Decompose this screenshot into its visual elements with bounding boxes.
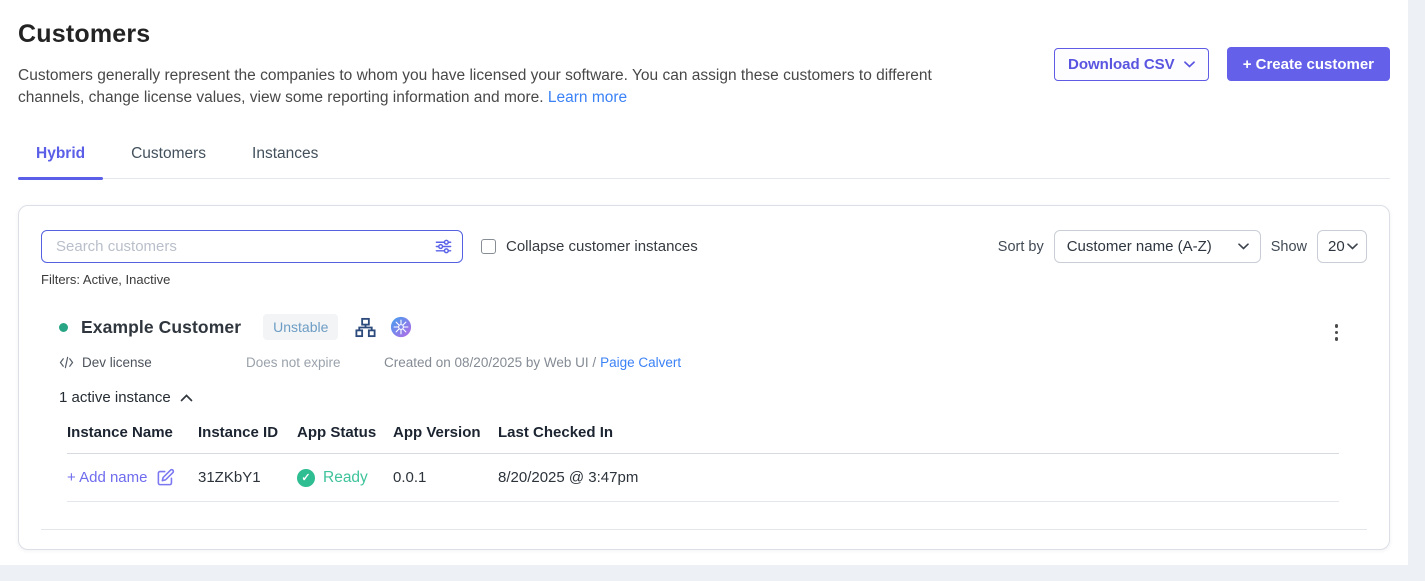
customers-panel: Collapse customer instances Sort by Cust… bbox=[18, 205, 1390, 550]
col-instance-id: Instance ID bbox=[198, 424, 297, 441]
instances-table-header: Instance Name Instance ID App Status App… bbox=[67, 424, 1339, 454]
app-status-value: Ready bbox=[323, 469, 368, 487]
instances-toggle[interactable]: 1 active instance bbox=[59, 389, 1367, 406]
license-type: Dev license bbox=[59, 355, 246, 370]
app-status-cell: ✓ Ready bbox=[297, 469, 393, 487]
sort-by-label: Sort by bbox=[998, 239, 1044, 255]
tab-hybrid[interactable]: Hybrid bbox=[18, 145, 103, 178]
create-customer-label: + Create customer bbox=[1243, 56, 1374, 73]
active-filters-text: Filters: Active, Inactive bbox=[41, 272, 1367, 287]
customer-meta: Dev license Does not expire Created on 0… bbox=[59, 355, 1367, 370]
customer-header: Example Customer Unstable bbox=[59, 314, 1367, 340]
expiry-text: Does not expire bbox=[246, 355, 384, 370]
chevron-down-icon bbox=[1238, 243, 1249, 250]
check-circle-icon: ✓ bbox=[297, 469, 315, 487]
tab-customers[interactable]: Customers bbox=[113, 145, 224, 178]
channel-badge: Unstable bbox=[263, 314, 338, 340]
create-customer-button[interactable]: + Create customer bbox=[1227, 47, 1390, 81]
created-prefix: Created on 08/20/2025 by Web UI / bbox=[384, 355, 596, 370]
collapse-instances-checkbox[interactable] bbox=[481, 239, 496, 254]
tab-bar: Hybrid Customers Instances bbox=[18, 145, 1390, 179]
instance-id-value: 31ZKbY1 bbox=[198, 469, 297, 486]
collapse-instances-label: Collapse customer instances bbox=[506, 238, 698, 255]
show-select[interactable]: 20 bbox=[1317, 230, 1367, 263]
last-checked-in-value: 8/20/2025 @ 3:47pm bbox=[498, 469, 1339, 486]
page-description-text: Customers generally represent the compan… bbox=[18, 67, 932, 106]
created-text: Created on 08/20/2025 by Web UI / Paige C… bbox=[384, 355, 681, 370]
page-header: Customers Customers generally represent … bbox=[0, 0, 1408, 109]
show-label: Show bbox=[1271, 239, 1307, 255]
sort-select-value: Customer name (A-Z) bbox=[1067, 238, 1212, 255]
tab-instances[interactable]: Instances bbox=[234, 145, 336, 178]
sort-select[interactable]: Customer name (A-Z) bbox=[1054, 230, 1261, 263]
learn-more-link[interactable]: Learn more bbox=[548, 89, 627, 106]
collapse-instances-control: Collapse customer instances bbox=[481, 238, 698, 255]
created-by-link[interactable]: Paige Calvert bbox=[600, 355, 681, 370]
download-csv-button[interactable]: Download CSV bbox=[1054, 48, 1209, 81]
customers-page: Customers Customers generally represent … bbox=[0, 0, 1408, 565]
page-title: Customers bbox=[18, 20, 1390, 49]
instances-table: Instance Name Instance ID App Status App… bbox=[67, 424, 1339, 502]
chevron-down-icon bbox=[1184, 61, 1195, 68]
add-name-control[interactable]: + Add name bbox=[67, 468, 198, 487]
customer-status-dot-icon bbox=[59, 323, 68, 332]
kubernetes-icon bbox=[390, 316, 412, 338]
edit-icon[interactable] bbox=[156, 468, 175, 487]
toolbar: Collapse customer instances Sort by Cust… bbox=[41, 230, 1367, 263]
filter-sliders-icon[interactable] bbox=[434, 237, 453, 256]
instances-summary-label: 1 active instance bbox=[59, 389, 171, 406]
search-wrap bbox=[41, 230, 463, 263]
col-app-status: App Status bbox=[297, 424, 393, 441]
col-last-checked-in: Last Checked In bbox=[498, 424, 1339, 441]
search-input[interactable] bbox=[41, 230, 463, 263]
chevron-down-icon bbox=[1347, 243, 1358, 250]
show-select-value: 20 bbox=[1328, 238, 1345, 255]
customer-type-icons bbox=[354, 316, 412, 339]
col-instance-name: Instance Name bbox=[67, 424, 198, 441]
add-name-label: + Add name bbox=[67, 469, 147, 486]
col-app-version: App Version bbox=[393, 424, 498, 441]
sitemap-icon bbox=[354, 316, 377, 339]
chevron-up-icon bbox=[180, 394, 193, 402]
page-description: Customers generally represent the compan… bbox=[18, 65, 983, 109]
app-version-value: 0.0.1 bbox=[393, 469, 498, 486]
customer-menu-kebab-icon[interactable] bbox=[1331, 320, 1343, 345]
header-actions: Download CSV + Create customer bbox=[1054, 47, 1390, 81]
customer-row: Example Customer Unstable bbox=[41, 314, 1367, 502]
customer-name[interactable]: Example Customer bbox=[81, 317, 241, 338]
toolbar-right: Sort by Customer name (A-Z) Show 20 bbox=[998, 230, 1367, 263]
license-type-label: Dev license bbox=[82, 355, 152, 370]
instance-row: + Add name 31ZKbY1 ✓ Ready 0.0.1 8/20/20… bbox=[67, 454, 1339, 502]
download-csv-label: Download CSV bbox=[1068, 56, 1175, 73]
code-icon bbox=[59, 356, 74, 369]
panel-bottom-divider bbox=[41, 529, 1367, 530]
